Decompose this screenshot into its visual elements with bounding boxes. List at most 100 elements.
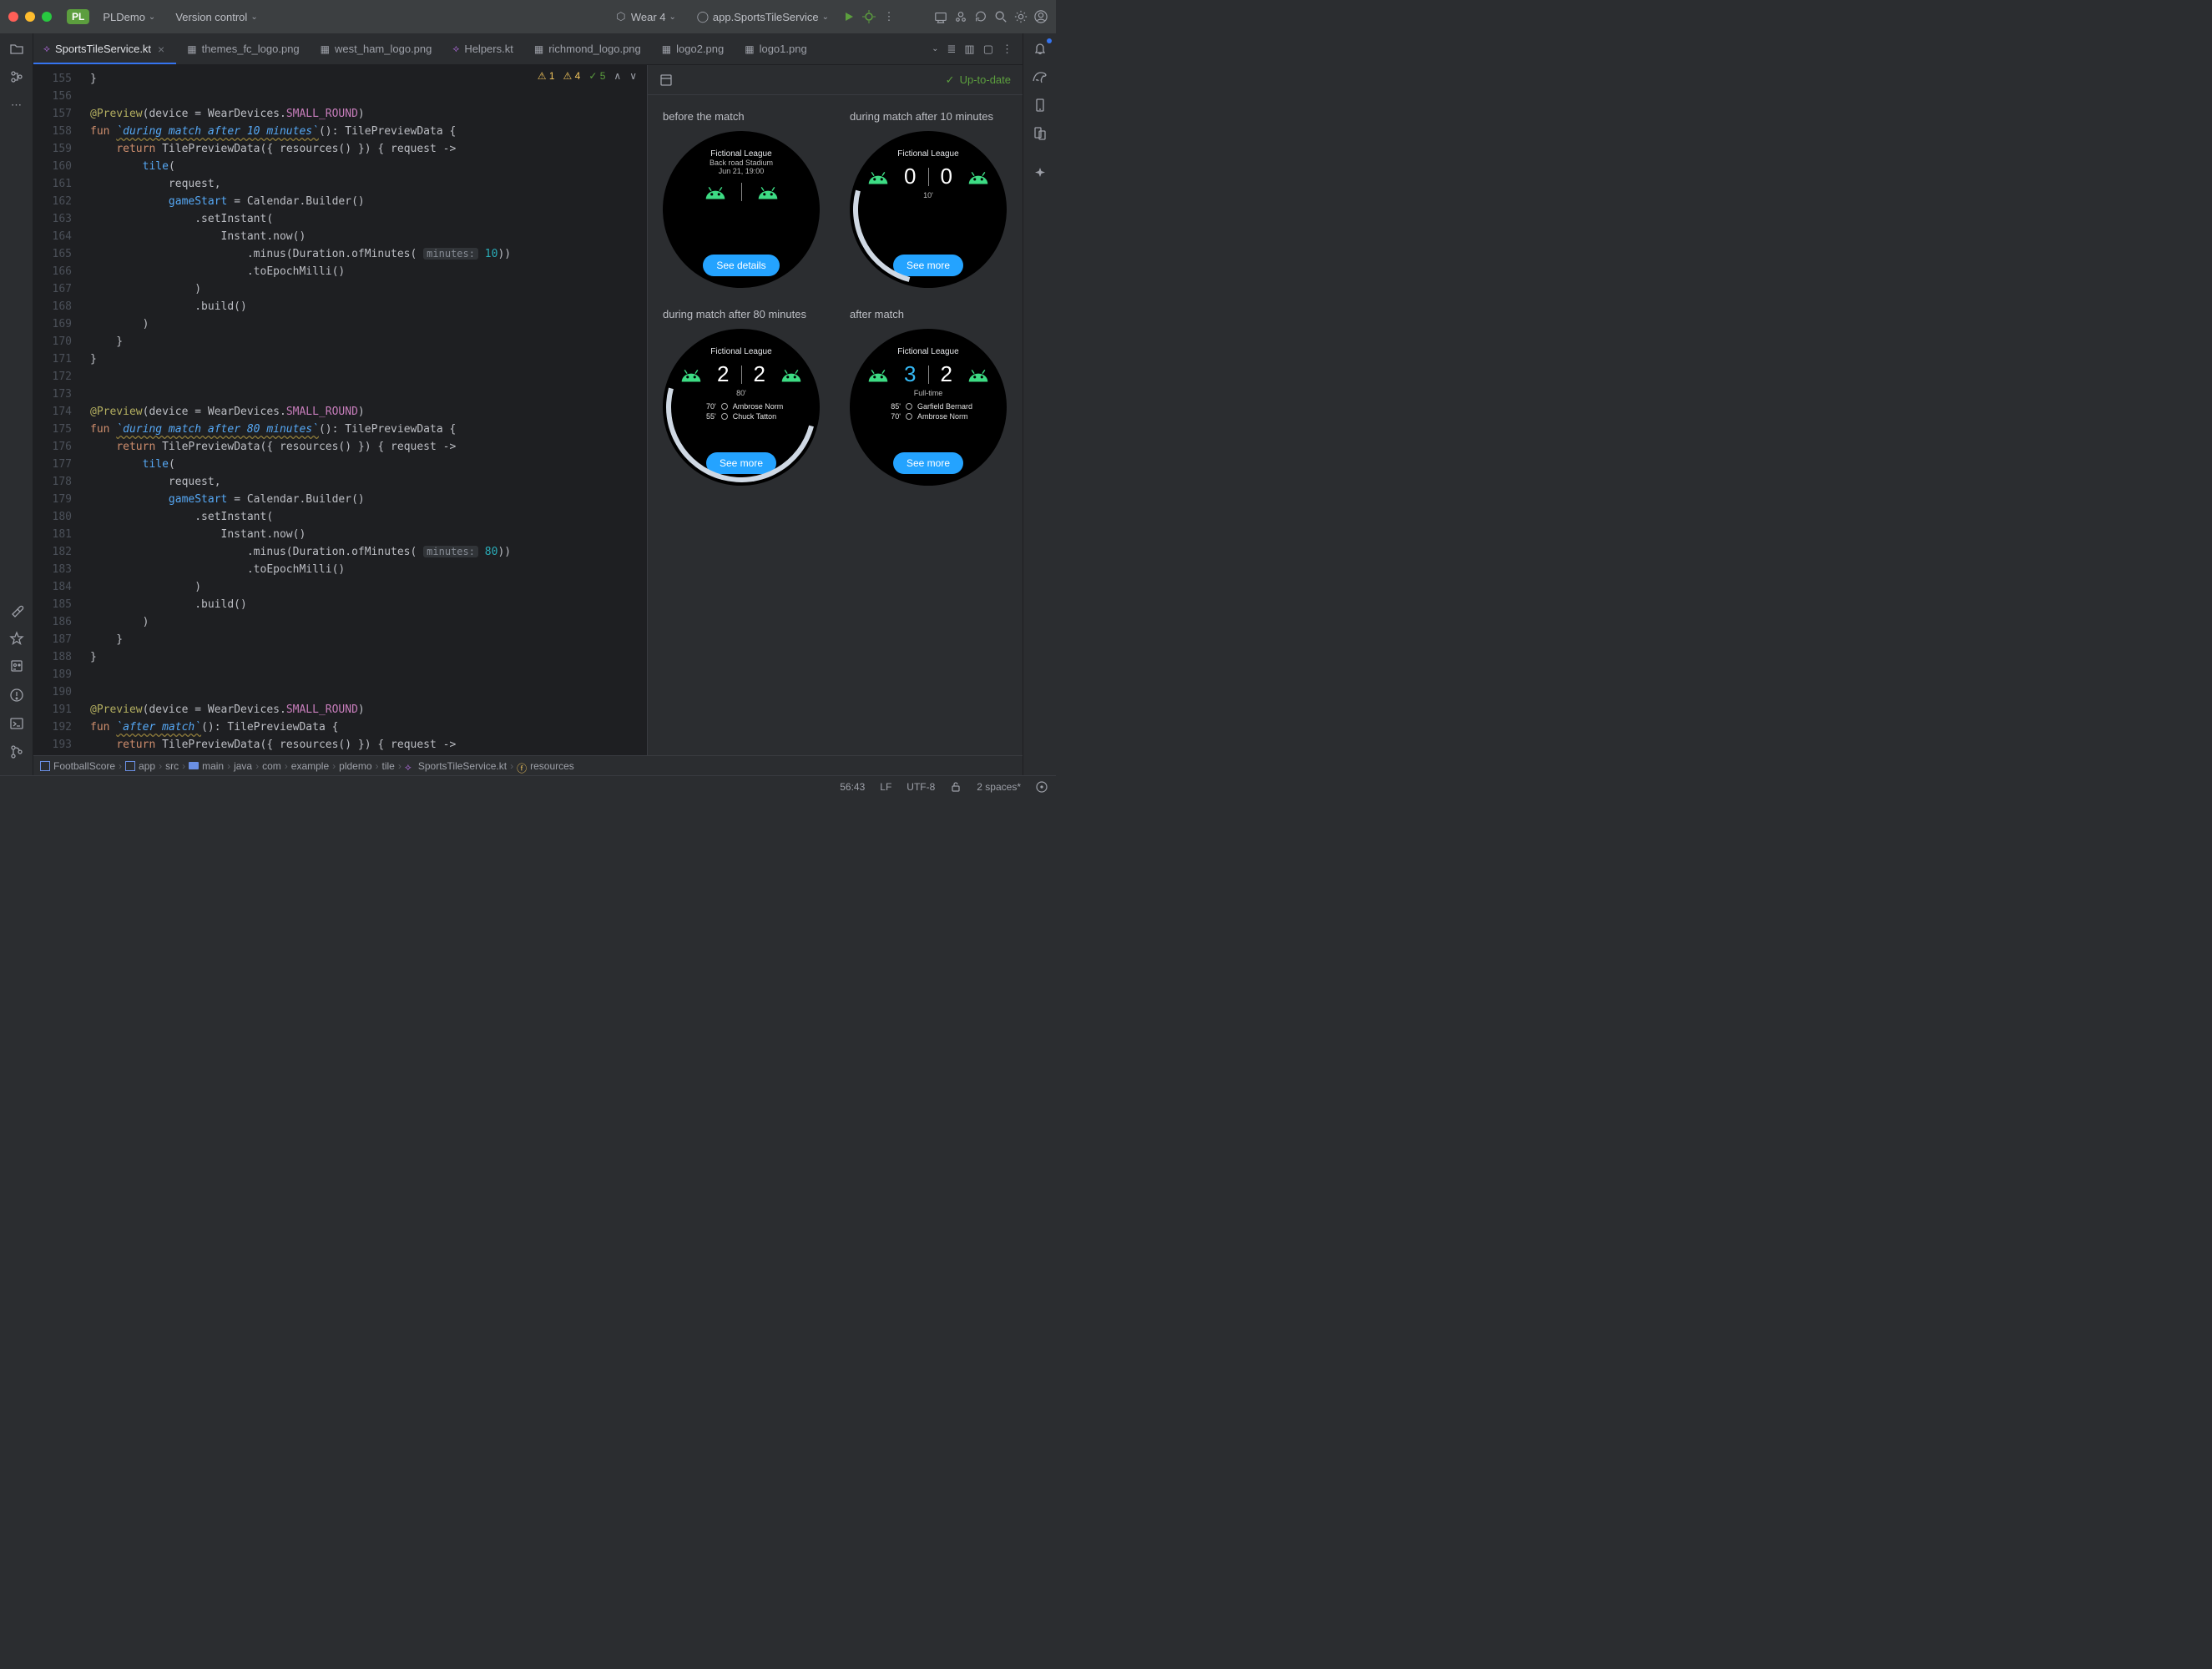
bookmarks-tool-icon[interactable]	[8, 658, 25, 675]
breadcrumb-item[interactable]: com	[262, 760, 281, 772]
chevron-down-icon: ⌄	[669, 13, 676, 22]
breadcrumb-item[interactable]: src	[165, 760, 179, 772]
layout-preview-icon[interactable]: ▥	[964, 43, 974, 56]
image-file-icon: ▦	[321, 43, 330, 55]
device-selector[interactable]: ⬡ Wear 4 ⌄	[608, 7, 683, 27]
chevron-down-icon: ⌄	[149, 13, 155, 22]
indent-settings[interactable]: 2 spaces*	[977, 781, 1021, 793]
layout-list-icon[interactable]: ≣	[947, 43, 957, 56]
project-badge: PL	[67, 9, 89, 24]
weak-warning-count: ✓ 5	[588, 70, 605, 82]
left-tool-stripe: ⋯	[0, 33, 33, 775]
file-encoding[interactable]: UTF-8	[907, 781, 935, 793]
tab-west-ham-logo[interactable]: ▦ west_ham_logo.png	[311, 33, 443, 64]
inspections-widget[interactable]: ⚠︎ 1 ⚠︎ 4 ✓ 5 ∧ ∨	[538, 70, 637, 82]
close-window[interactable]	[8, 12, 18, 22]
run-config-label: app.SportsTileService	[713, 11, 819, 23]
right-tool-stripe	[1023, 33, 1056, 775]
breadcrumb-item[interactable]: example	[291, 760, 329, 772]
debug-button[interactable]	[862, 10, 876, 23]
breadcrumb-item[interactable]: FootballScore	[53, 760, 115, 772]
preview-cell: during match after 80 minutes Fictional …	[663, 308, 820, 486]
breadcrumb[interactable]: FootballScore › app › src › main › java …	[33, 755, 1023, 775]
tab-helpers[interactable]: ⟡ Helpers.kt	[442, 33, 523, 64]
folder-icon	[189, 762, 199, 769]
project-selector[interactable]: PLDemo ⌄	[96, 8, 162, 27]
problems-tool-icon[interactable]	[8, 687, 25, 703]
breadcrumb-item[interactable]: pldemo	[339, 760, 371, 772]
more-actions-icon[interactable]: ⋮	[882, 10, 896, 23]
tab-logo2[interactable]: ▦ logo2.png	[652, 33, 735, 64]
memory-indicator-icon[interactable]	[1036, 781, 1048, 793]
check-icon: ✓	[946, 73, 955, 87]
close-icon[interactable]: ×	[156, 43, 166, 56]
module-icon	[125, 761, 135, 771]
tab-sportstileservice[interactable]: ⟡ SportsTileService.kt ×	[33, 33, 177, 64]
code-editor[interactable]: ⚠︎ 1 ⚠︎ 4 ✓ 5 ∧ ∨ 155 156 157 158 159 16…	[33, 65, 647, 755]
prev-highlight-icon[interactable]: ∧	[614, 70, 621, 82]
image-file-icon: ▦	[534, 43, 543, 55]
gradle-tool-icon[interactable]	[1032, 68, 1048, 85]
tab-richmond-logo[interactable]: ▦ richmond_logo.png	[524, 33, 652, 64]
preview-panel: ✓ Up-to-date before the match Fictional …	[647, 65, 1023, 755]
preview-label: during match after 80 minutes	[663, 308, 820, 320]
tab-label: themes_fc_logo.png	[202, 43, 300, 55]
more-tools-icon[interactable]: ⋯	[8, 97, 25, 113]
preview-settings-icon[interactable]	[659, 73, 673, 87]
readonly-toggle-icon[interactable]	[950, 781, 962, 793]
next-highlight-icon[interactable]: ∨	[629, 70, 637, 82]
updates-icon[interactable]	[974, 10, 987, 23]
line-separator[interactable]: LF	[880, 781, 891, 793]
vcs-selector[interactable]: Version control ⌄	[169, 8, 264, 27]
code-content[interactable]: } @Preview(device = WearDevices.SMALL_RO…	[80, 65, 511, 755]
notifications-icon[interactable]	[1032, 40, 1048, 57]
preview-cell: after match Fictional League32Full-time8…	[850, 308, 1007, 486]
watch-preview[interactable]: Fictional League0010'See more	[850, 131, 1007, 288]
preview-label: after match	[850, 308, 1007, 320]
preview-label: during match after 10 minutes	[850, 110, 1007, 123]
more-tabs-icon[interactable]: ⌄	[932, 44, 938, 53]
breadcrumb-item[interactable]: java	[234, 760, 252, 772]
terminal-tool-icon[interactable]	[8, 715, 25, 732]
account-icon[interactable]	[1034, 10, 1048, 23]
run-button[interactable]	[842, 10, 856, 23]
device-manager-icon[interactable]	[1032, 97, 1048, 113]
search-icon[interactable]	[994, 10, 1008, 23]
device-label: Wear 4	[631, 11, 666, 23]
settings-icon[interactable]	[1014, 10, 1028, 23]
breadcrumb-item[interactable]: SportsTileService.kt	[418, 760, 507, 772]
device-icon: ⬡	[614, 10, 628, 23]
tab-label: logo2.png	[676, 43, 724, 55]
emulator-tool-icon[interactable]	[1032, 125, 1048, 142]
watch-action-button[interactable]: See more	[893, 452, 963, 474]
image-file-icon: ▦	[745, 43, 754, 55]
project-tool-icon[interactable]	[8, 40, 25, 57]
breadcrumb-item[interactable]: main	[202, 760, 224, 772]
breadcrumb-item[interactable]: tile	[382, 760, 395, 772]
function-icon: ⓕ	[517, 761, 527, 771]
caret-position[interactable]: 56:43	[840, 781, 865, 793]
image-file-icon: ▦	[662, 43, 671, 55]
minimize-window[interactable]	[25, 12, 35, 22]
favorites-tool-icon[interactable]	[8, 630, 25, 647]
code-with-me-icon[interactable]	[934, 10, 947, 23]
breadcrumb-item[interactable]: resources	[530, 760, 574, 772]
git-tool-icon[interactable]	[8, 744, 25, 760]
titlebar: PL PLDemo ⌄ Version control ⌄ ⬡ Wear 4 ⌄…	[0, 0, 1056, 33]
ai-assistant-icon[interactable]	[1032, 165, 1048, 182]
structure-tool-icon[interactable]	[8, 68, 25, 85]
watch-preview[interactable]: Fictional League32Full-time85'Garfield B…	[850, 329, 1007, 486]
layout-image-icon[interactable]: ▢	[983, 43, 993, 56]
breadcrumb-item[interactable]: app	[139, 760, 155, 772]
tab-logo1[interactable]: ▦ logo1.png	[735, 33, 817, 64]
services-icon[interactable]	[954, 10, 967, 23]
watch-action-button[interactable]: See details	[703, 255, 779, 276]
tab-options-icon[interactable]: ⋮	[1002, 43, 1013, 56]
watch-preview[interactable]: Fictional LeagueBack road StadiumJun 21,…	[663, 131, 820, 288]
watch-preview[interactable]: Fictional League2280'70'Ambrose Norm55'C…	[663, 329, 820, 486]
maximize-window[interactable]	[42, 12, 52, 22]
build-tool-icon[interactable]	[8, 602, 25, 618]
tab-themes-fc-logo[interactable]: ▦ themes_fc_logo.png	[177, 33, 310, 64]
wear-icon: ◯	[696, 10, 710, 23]
run-config-selector[interactable]: ◯ app.SportsTileService ⌄	[689, 7, 836, 27]
